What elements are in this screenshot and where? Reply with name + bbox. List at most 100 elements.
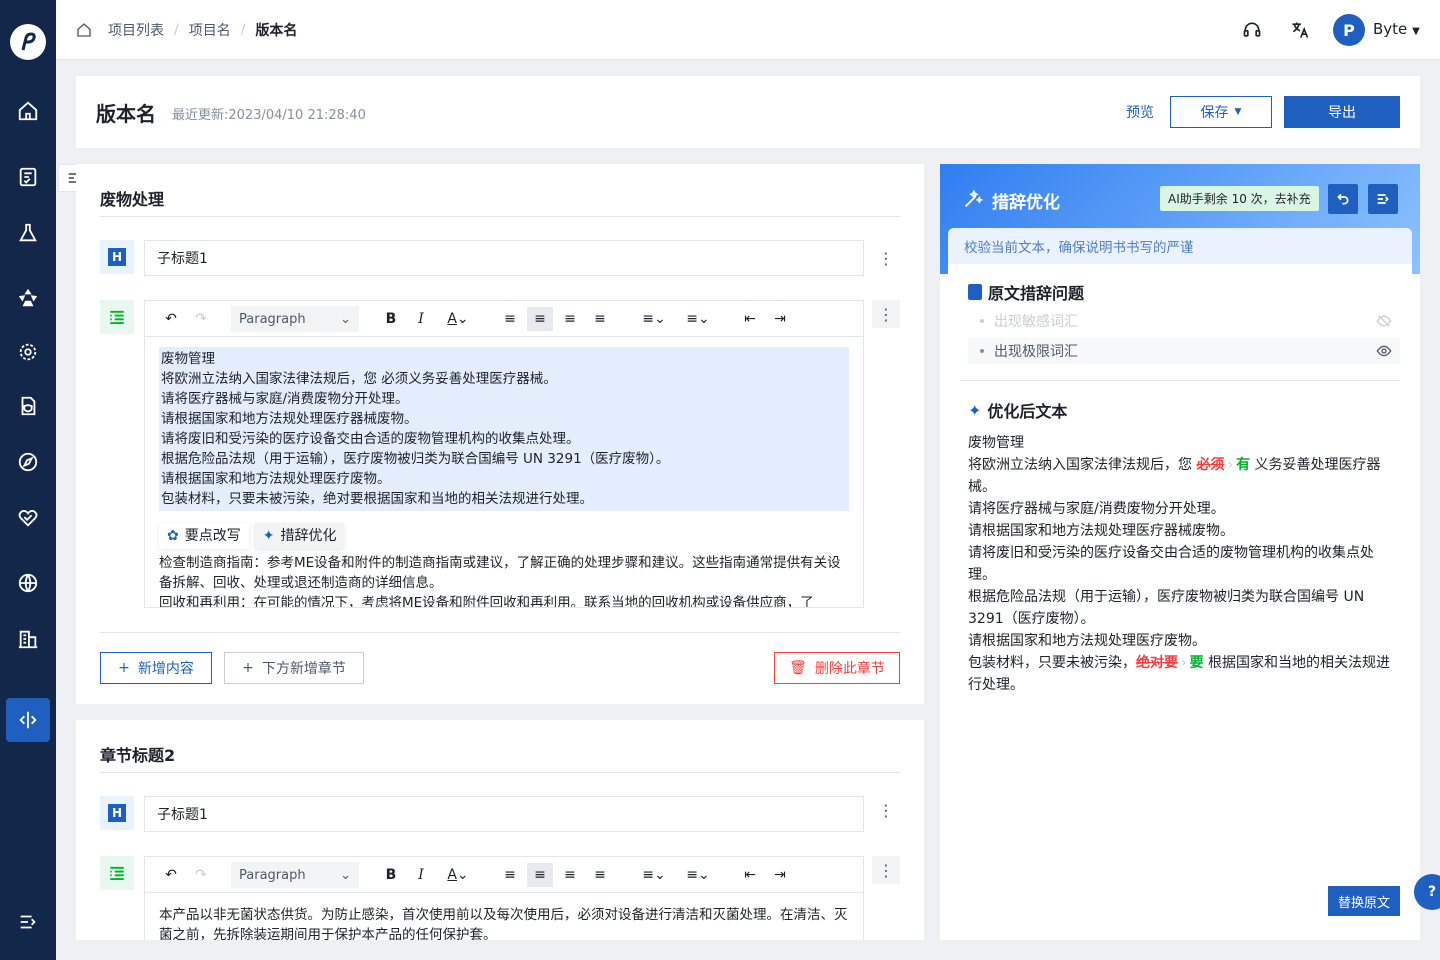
- plus-icon: +: [118, 660, 130, 676]
- outdent-icon[interactable]: ⇤: [739, 301, 761, 337]
- undo-icon[interactable]: ↶: [161, 857, 181, 893]
- nav-aperture-icon[interactable]: [6, 276, 50, 320]
- paragraph-style-select[interactable]: Paragraph ⌄: [231, 862, 359, 888]
- nav-building-icon[interactable]: [6, 617, 50, 661]
- subtitle-input[interactable]: 子标题1: [144, 796, 864, 832]
- text-line: 检查制造商指南：参考ME设备和附件的制造商指南或建议，了解正确的处理步骤和建议。…: [159, 555, 841, 591]
- add-content-button[interactable]: + 新增内容: [100, 652, 212, 684]
- panel-title: 措辞优化: [992, 193, 1060, 213]
- preview-button[interactable]: 预览: [1126, 102, 1154, 122]
- indent-icon[interactable]: ⇥: [769, 857, 791, 893]
- nav-file-shield-icon[interactable]: [6, 384, 50, 428]
- italic-icon[interactable]: I: [411, 857, 431, 893]
- export-button[interactable]: 导出: [1284, 96, 1400, 128]
- trash-icon: 🗑: [789, 660, 807, 676]
- collapse-panel-icon[interactable]: [1368, 184, 1398, 214]
- text-line: 将欧洲立法纳入国家法律法规后，您 必须义务妥善处理医疗器械。: [161, 371, 557, 387]
- section-title[interactable]: 废物处理: [100, 186, 164, 210]
- replace-original-button[interactable]: 替换原文: [1328, 886, 1400, 916]
- nav-settings-gear-icon[interactable]: [6, 330, 50, 374]
- text-line: 废物管理: [161, 351, 215, 367]
- align-left-icon[interactable]: ≡: [499, 857, 521, 893]
- optimized-text: 废物管理 将欧洲立法纳入国家法律法规后，您 必须 › 有 义务妥善处理医疗器械。 请…: [968, 432, 1398, 696]
- align-justify-icon[interactable]: ≡: [589, 301, 611, 337]
- eye-icon[interactable]: [1376, 343, 1392, 363]
- nav-compass-icon[interactable]: [6, 440, 50, 484]
- heading-icon: H: [100, 796, 134, 830]
- editor-toolbar: ↶ ↷ Paragraph ⌄ B I A ⌄ ≡ ≡ ≡ ≡ ≡⌄ ≡⌄ ⇤ ⇥: [145, 857, 863, 893]
- bold-icon[interactable]: B: [381, 857, 401, 893]
- align-right-icon[interactable]: ≡: [559, 857, 581, 893]
- align-left-icon[interactable]: ≡: [499, 301, 521, 337]
- font-color-icon[interactable]: A ⌄: [441, 857, 475, 893]
- text-line: 请根据国家和地方法规处理医疗器械废物。: [968, 523, 1234, 539]
- nav-globe-icon[interactable]: [6, 561, 50, 605]
- rewrite-points-label: 要点改写: [184, 528, 241, 544]
- user-name[interactable]: Byte ▼: [1373, 20, 1420, 38]
- ordered-list-icon[interactable]: ≡⌄: [637, 857, 671, 893]
- editor-more-icon[interactable]: ⋮: [872, 300, 900, 328]
- sparkle-icon: ✦: [262, 528, 275, 544]
- editor-more-icon[interactable]: ⋮: [872, 856, 900, 884]
- align-justify-icon[interactable]: ≡: [589, 857, 611, 893]
- align-center-icon[interactable]: ≡: [527, 863, 553, 887]
- delete-chapter-button[interactable]: 🗑 删除此章节: [774, 652, 900, 684]
- feather-icon: ✿: [167, 528, 179, 544]
- nav-home-icon[interactable]: [6, 89, 50, 133]
- nav-code-split-icon[interactable]: [6, 698, 50, 742]
- paragraph-style-select[interactable]: Paragraph ⌄: [231, 306, 359, 332]
- breadcrumb-item-projects[interactable]: 项目列表: [108, 20, 164, 40]
- subtitle-input[interactable]: 子标题1: [144, 240, 864, 276]
- undo-icon[interactable]: ↶: [161, 301, 181, 337]
- align-right-icon[interactable]: ≡: [559, 301, 581, 337]
- reset-icon[interactable]: [1328, 184, 1358, 214]
- editor-content[interactable]: 本产品以非无菌状态供货。为防止感染，首次使用前以及每次使用后，必须对设备进行清洁…: [145, 893, 863, 940]
- issue-item[interactable]: 出现敏感词汇: [968, 308, 1400, 334]
- text-line: 请根据国家和地方法规处理医疗器械废物。: [161, 411, 418, 427]
- rewrite-points-button[interactable]: ✿ 要点改写: [159, 523, 249, 549]
- more-options-icon[interactable]: ⋮: [874, 246, 898, 270]
- indent-icon[interactable]: ⇥: [769, 301, 791, 337]
- version-header: 版本名 最近更新:2023/04/10 21:28:40 预览 保存 ▼ 导出: [76, 76, 1420, 148]
- redo-icon[interactable]: ↷: [191, 857, 211, 893]
- app-logo[interactable]: [10, 24, 46, 60]
- bold-icon[interactable]: B: [381, 301, 401, 337]
- editor-content[interactable]: 废物管理 将欧洲立法纳入国家法律法规后，您 必须义务妥善处理医疗器械。 请将医疗…: [145, 337, 863, 607]
- align-center-icon[interactable]: ≡: [527, 307, 553, 331]
- issue-item[interactable]: 出现极限词汇: [968, 338, 1400, 364]
- home-icon[interactable]: [76, 22, 92, 38]
- support-headset-icon[interactable]: [1238, 16, 1266, 44]
- collapse-menu-icon[interactable]: [6, 900, 50, 944]
- eye-off-icon[interactable]: [1376, 313, 1392, 333]
- ai-quota-badge[interactable]: AI助手剩余 10 次，去补充: [1160, 186, 1319, 211]
- last-updated-time: 2023/04/10 21:28:40: [228, 108, 366, 123]
- breadcrumb-item-project[interactable]: 项目名: [189, 20, 231, 40]
- bullet: [980, 319, 984, 323]
- text-line: 废物管理: [968, 435, 1024, 451]
- nav-flask-icon[interactable]: [6, 211, 50, 255]
- outdent-icon[interactable]: ⇤: [739, 857, 761, 893]
- bullet-list-icon[interactable]: ≡⌄: [681, 301, 715, 337]
- redo-icon[interactable]: ↷: [191, 301, 211, 337]
- more-options-icon[interactable]: ⋮: [874, 798, 898, 822]
- translate-icon[interactable]: [1286, 16, 1314, 44]
- save-button[interactable]: 保存 ▼: [1170, 96, 1272, 128]
- italic-icon[interactable]: I: [411, 301, 431, 337]
- bullet-list-icon[interactable]: ≡⌄: [681, 857, 715, 893]
- ordered-list-icon[interactable]: ≡⌄: [637, 301, 671, 337]
- font-color-icon[interactable]: A ⌄: [441, 301, 475, 337]
- chevron-down-icon: ▼: [1412, 26, 1420, 37]
- rich-text-editor[interactable]: ↶ ↷ Paragraph ⌄ B I A ⌄ ≡ ≡ ≡ ≡ ≡⌄ ≡⌄ ⇤ ⇥ …: [144, 856, 864, 940]
- avatar[interactable]: P: [1333, 14, 1365, 46]
- nav-document-check-icon[interactable]: [6, 155, 50, 199]
- divider: [100, 632, 900, 633]
- section-card: 废物处理 H 子标题1 ⋮ ⋮ ↶ ↷ Paragraph ⌄ B I A ⌄ ≡ …: [76, 164, 924, 704]
- rich-text-editor[interactable]: ↶ ↷ Paragraph ⌄ B I A ⌄ ≡ ≡ ≡ ≡ ≡⌄ ≡⌄ ⇤ ⇥ …: [144, 300, 864, 608]
- selected-text[interactable]: 废物管理 将欧洲立法纳入国家法律法规后，您 必须义务妥善处理医疗器械。 请将医疗…: [159, 347, 849, 511]
- add-chapter-label: 下方新增章节: [261, 661, 346, 677]
- wording-optimize-button[interactable]: ✦ 措辞优化: [254, 523, 345, 549]
- section-title[interactable]: 章节标题2: [100, 742, 175, 766]
- add-chapter-below-button[interactable]: + 下方新增章节: [224, 652, 364, 684]
- nav-heart-handshake-icon[interactable]: [6, 496, 50, 540]
- page-title: 版本名: [96, 102, 156, 126]
